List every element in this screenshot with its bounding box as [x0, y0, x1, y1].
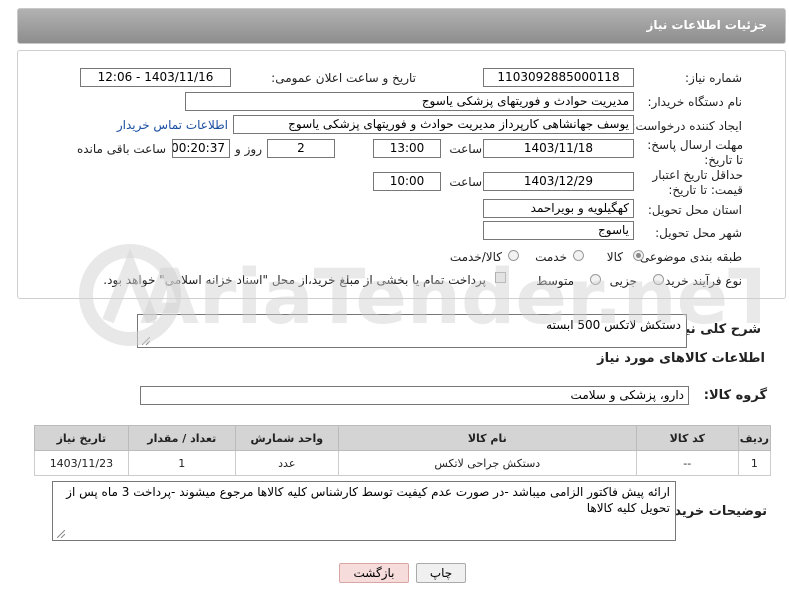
col-header-need-date: تاریخ نیاز: [34, 425, 129, 451]
cell-row-number: 1: [737, 450, 772, 476]
buyer-notes-field: ارائه پیش فاکتور الزامی میباشد -در صورت …: [52, 481, 676, 541]
page-title: جزئیات اطلاعات نیاز: [646, 18, 767, 32]
col-header-item-code: کد کالا: [635, 425, 739, 451]
process-type-label: نوع فرآیند خرید :: [657, 274, 742, 288]
goods-group-field: دارو، پزشکی و سلامت: [140, 386, 689, 405]
subject-option-goods: کالا: [606, 250, 623, 264]
days-label: روز و: [235, 142, 262, 156]
validity-date-field: 1403/12/29: [483, 172, 634, 191]
items-section-title: اطلاعات کالاهای مورد نیاز: [597, 351, 765, 366]
resize-grip-icon: [57, 530, 65, 538]
creator-label: ایجاد کننده درخواست:: [631, 119, 742, 133]
reply-date-field: 1403/11/18: [483, 139, 634, 158]
reply-time-field: 13:00: [373, 139, 441, 158]
payment-note: پرداخت تمام یا بخشی از مبلغ خرید،از محل …: [103, 273, 486, 287]
need-number-label: شماره نیاز:: [685, 71, 742, 85]
process-option-minor: جزیی: [609, 274, 637, 288]
announce-datetime-label: تاریخ و ساعت اعلان عمومی:: [271, 71, 416, 85]
treasury-payment-checkbox[interactable]: [495, 272, 506, 283]
print-button[interactable]: چاپ: [416, 563, 466, 583]
subject-radio-both[interactable]: [508, 250, 519, 261]
table-row: 1 -- دستکش جراحی لاتکس عدد 1 1403/11/23: [34, 450, 772, 476]
table-header-row: ردیف کد کالا نام کالا واحد شمارش تعداد /…: [34, 425, 772, 451]
remaining-label: ساعت باقی مانده: [76, 142, 166, 156]
validity-time-label: ساعت: [449, 175, 482, 189]
city-field: یاسوج: [483, 221, 634, 240]
price-validity-label: حداقل تاریخ اعتبار قیمت: تا تاریخ:: [652, 168, 743, 197]
cell-item-code: --: [635, 450, 739, 476]
reply-deadline-label: مهلت ارسال پاسخ: تا تاریخ:: [647, 138, 743, 167]
process-radio-medium[interactable]: [590, 274, 601, 285]
description-field: دستکش لاتکس 500 ابسته: [137, 314, 687, 348]
col-header-item-name: نام کالا: [337, 425, 637, 451]
subject-option-both: کالا/خدمت: [449, 250, 502, 264]
page-header: جزئیات اطلاعات نیاز: [17, 8, 786, 44]
buyer-notes-text: ارائه پیش فاکتور الزامی میباشد -در صورت …: [66, 485, 670, 515]
back-button[interactable]: بازگشت: [339, 563, 409, 583]
creator-field: یوسف جهانشاهی کارپرداز مدیریت حوادث و فو…: [233, 115, 634, 134]
reply-time-label: ساعت: [449, 142, 482, 156]
cell-quantity: 1: [127, 450, 236, 476]
province-label: استان محل تحویل:: [647, 203, 742, 217]
need-number-field: 1103092885000118: [483, 68, 634, 87]
subject-option-service: خدمت: [535, 250, 567, 264]
buyer-org-label: نام دستگاه خریدار:: [647, 95, 743, 109]
days-field: 2: [267, 139, 335, 158]
description-text: دستکش لاتکس 500 ابسته: [546, 318, 681, 332]
process-radio-minor[interactable]: [653, 274, 664, 285]
cell-item-name: دستکش جراحی لاتکس: [337, 450, 637, 476]
col-header-row-number: ردیف: [737, 425, 772, 451]
subject-radio-service[interactable]: [573, 250, 584, 261]
province-field: کهگیلویه و بویراحمد: [483, 199, 634, 218]
cell-need-date: 1403/11/23: [34, 450, 129, 476]
items-table: ردیف کد کالا نام کالا واحد شمارش تعداد /…: [34, 425, 772, 476]
announce-datetime-field: 1403/11/16 - 12:06: [80, 68, 231, 87]
col-header-unit: واحد شمارش: [234, 425, 339, 451]
subject-radio-goods[interactable]: [633, 250, 644, 261]
city-label: شهر محل تحویل:: [655, 226, 742, 240]
buyer-contact-link[interactable]: اطلاعات تماس خریدار: [117, 118, 228, 132]
col-header-quantity: تعداد / مقدار: [127, 425, 236, 451]
resize-grip-icon: [142, 337, 150, 345]
goods-group-label: گروه کالا:: [703, 388, 767, 403]
cell-unit: عدد: [234, 450, 339, 476]
validity-time-field: 10:00: [373, 172, 441, 191]
process-option-medium: متوسط: [536, 274, 574, 288]
remaining-time-field: 00:20:37: [172, 139, 230, 158]
subject-class-label: طبقه بندی موضوعی:: [635, 250, 742, 264]
buyer-org-field: مدیریت حوادث و فوریتهای پزشکی یاسوج: [185, 92, 634, 111]
